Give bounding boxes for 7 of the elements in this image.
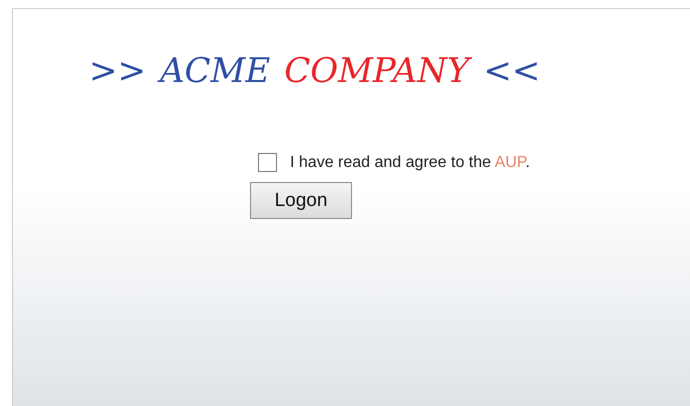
logo-text: >>: [89, 51, 146, 91]
agree-checkbox[interactable]: [258, 153, 277, 172]
logo-text: ACME: [160, 51, 270, 91]
logo-text: <<: [483, 51, 540, 91]
agreement-text: I have read and agree to the AUP.: [290, 154, 530, 172]
logo-text: COMPANY: [284, 51, 470, 91]
logon-button[interactable]: Logon: [250, 182, 352, 219]
